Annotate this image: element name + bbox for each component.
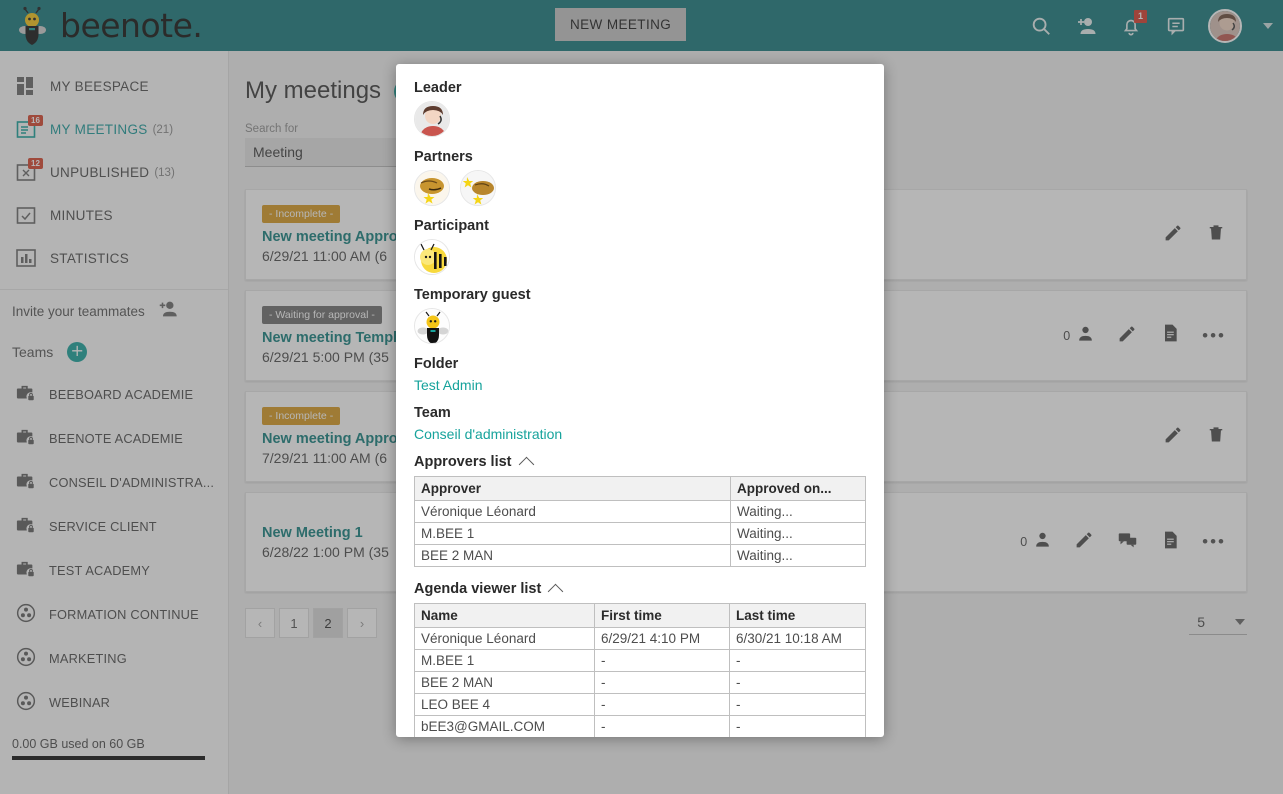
agenda-viewer-table: Name First time Last time Véronique Léonard…: [414, 603, 866, 737]
leader-avatar[interactable]: [414, 101, 450, 137]
guest-avatars: [414, 308, 864, 344]
table-cell: M.BEE 1: [414, 522, 731, 545]
table-row: LEO BEE 4--: [414, 693, 866, 716]
partner-bee-avatar-1[interactable]: [414, 170, 450, 206]
approvers-list-label: Approvers list: [414, 454, 512, 470]
table-row: M.BEE 1--: [414, 649, 866, 672]
participant-label: Participant: [414, 218, 489, 234]
column-header: Name: [414, 603, 595, 628]
leader-label: Leader: [414, 80, 462, 96]
table-cell: Véronique Léonard: [414, 500, 731, 523]
meeting-details-popup: Leader Partners Participant Temporary gu…: [396, 64, 884, 737]
table-cell: -: [729, 671, 866, 694]
table-row: Véronique Léonard 6/29/21 4:10 PM 6/30/21 …: [414, 627, 866, 650]
app-root: beenote. NEW MEETING 1 MY BEESPACE 16 MY…: [0, 0, 1283, 794]
column-header: Last time: [729, 603, 866, 628]
table-row: BEE 2 MAN - -: [414, 671, 866, 694]
table-row: M.BEE 1 Waiting...: [414, 522, 866, 545]
table-cell: LEO BEE 4: [414, 693, 595, 716]
table-cell: 6/29/21 4:10 PM: [594, 627, 730, 650]
table-cell: -: [594, 715, 730, 737]
column-header: Approved on...: [730, 476, 866, 501]
agenda-viewer-list-label: Agenda viewer list: [414, 581, 542, 597]
table-cell: M.BEE 1: [414, 649, 595, 672]
team-value[interactable]: Conseil d'administration: [414, 426, 864, 442]
leader-avatars: [414, 101, 864, 137]
column-header: Approver: [414, 476, 731, 501]
approvers-list-toggle[interactable]: Approvers list: [414, 454, 864, 472]
table-cell: -: [729, 715, 866, 737]
column-header: First time: [594, 603, 730, 628]
approvers-table: Approver Approved on... Véronique Léonard W…: [414, 476, 866, 567]
chevron-up-icon: [548, 583, 564, 599]
table-cell: Waiting...: [730, 544, 866, 567]
table-cell: -: [729, 693, 866, 716]
table-cell: Véronique Léonard: [414, 627, 595, 650]
table-cell: Waiting...: [730, 500, 866, 523]
folder-value[interactable]: Test Admin: [414, 377, 864, 393]
table-cell: -: [594, 693, 730, 716]
table-cell: Waiting...: [730, 522, 866, 545]
table-cell: bEE3@GMAIL.COM: [414, 715, 595, 737]
chevron-up-icon: [518, 456, 534, 472]
partner-bee-avatar-2[interactable]: [460, 170, 496, 206]
table-cell: BEE 2 MAN: [414, 671, 595, 694]
partners-avatars: [414, 170, 864, 206]
agenda-viewer-list-toggle[interactable]: Agenda viewer list: [414, 581, 864, 599]
participant-bee-avatar[interactable]: [414, 239, 450, 275]
temporary-guest-label: Temporary guest: [414, 287, 531, 303]
table-cell: BEE 2 MAN: [414, 544, 731, 567]
participant-avatars: [414, 239, 864, 275]
folder-label: Folder: [414, 356, 459, 372]
table-header-row: Approver Approved on...: [414, 476, 866, 501]
guest-bee-avatar[interactable]: [414, 308, 450, 344]
table-header-row: Name First time Last time: [414, 603, 866, 628]
table-cell: 6/30/21 10:18 AM: [729, 627, 866, 650]
table-row: bEE3@GMAIL.COM - -: [414, 715, 866, 737]
table-cell: -: [594, 671, 730, 694]
table-row: Véronique Léonard Waiting...: [414, 500, 866, 523]
table-cell: -: [729, 649, 866, 672]
partners-label: Partners: [414, 149, 473, 165]
team-label: Team: [414, 405, 451, 421]
table-row: BEE 2 MAN Waiting...: [414, 544, 866, 567]
table-cell: -: [594, 649, 730, 672]
